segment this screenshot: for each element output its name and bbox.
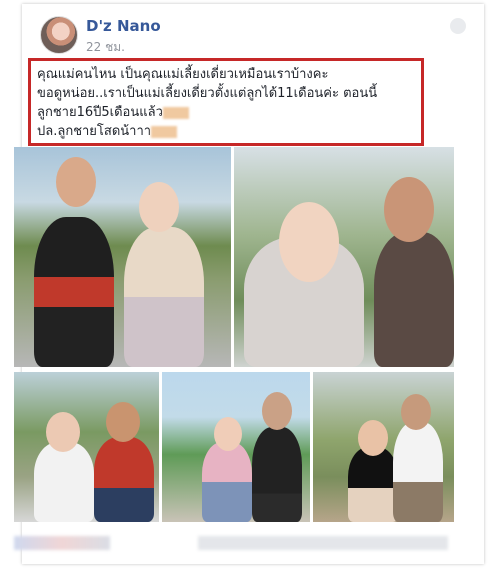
- photo-5[interactable]: [313, 372, 454, 522]
- person-head: [401, 394, 431, 430]
- person-figure: [348, 447, 398, 522]
- person-head: [106, 402, 140, 442]
- blurred-emoji: [151, 125, 178, 138]
- photo-4[interactable]: [162, 372, 310, 522]
- person-head: [56, 157, 96, 207]
- person-head: [358, 420, 388, 456]
- blurred-emoji: [162, 106, 189, 119]
- author-name[interactable]: D'z Nano: [86, 17, 161, 35]
- post-header: D'z Nano 22 ชม.: [40, 16, 470, 58]
- person-figure: [374, 232, 454, 367]
- person-head: [214, 417, 242, 451]
- person-head: [139, 182, 179, 232]
- person-figure: [124, 227, 204, 367]
- person-figure: [34, 217, 114, 367]
- photo-1[interactable]: [14, 147, 231, 367]
- post-time[interactable]: 22 ชม.: [86, 38, 125, 57]
- post-text-line: ลูกชาย16ปี5เดือนแล้ว: [37, 103, 415, 122]
- photo-2[interactable]: [234, 147, 454, 367]
- post-footer: [14, 530, 454, 554]
- post-text-line: คุณแม่คนไหน เป็นคุณแม่เลี้ยงเดี่ยวเหมือน…: [37, 67, 329, 82]
- person-head: [262, 392, 292, 430]
- photo-3[interactable]: [14, 372, 159, 522]
- person-figure: [94, 437, 154, 522]
- reactions-blurred[interactable]: [14, 536, 110, 550]
- comments-shares-blurred[interactable]: [198, 536, 448, 550]
- post-text: คุณแม่คนไหน เป็นคุณแม่เลี้ยงเดี่ยวเหมือน…: [28, 58, 424, 146]
- post-text-line: ปล.ลูกชายโสดน้าาา: [37, 122, 415, 141]
- person-head: [384, 177, 434, 242]
- person-figure: [252, 427, 302, 522]
- chevron-down-icon[interactable]: [450, 18, 466, 34]
- person-head: [46, 412, 80, 452]
- person-head: [279, 202, 339, 282]
- person-figure: [34, 442, 94, 522]
- avatar[interactable]: [40, 16, 78, 54]
- post-text-line: ขอดูหน่อย..เราเป็นแม่เลี้ยงเดี่ยวตั้งแต่…: [37, 86, 378, 101]
- person-figure: [393, 422, 443, 522]
- person-figure: [202, 442, 252, 522]
